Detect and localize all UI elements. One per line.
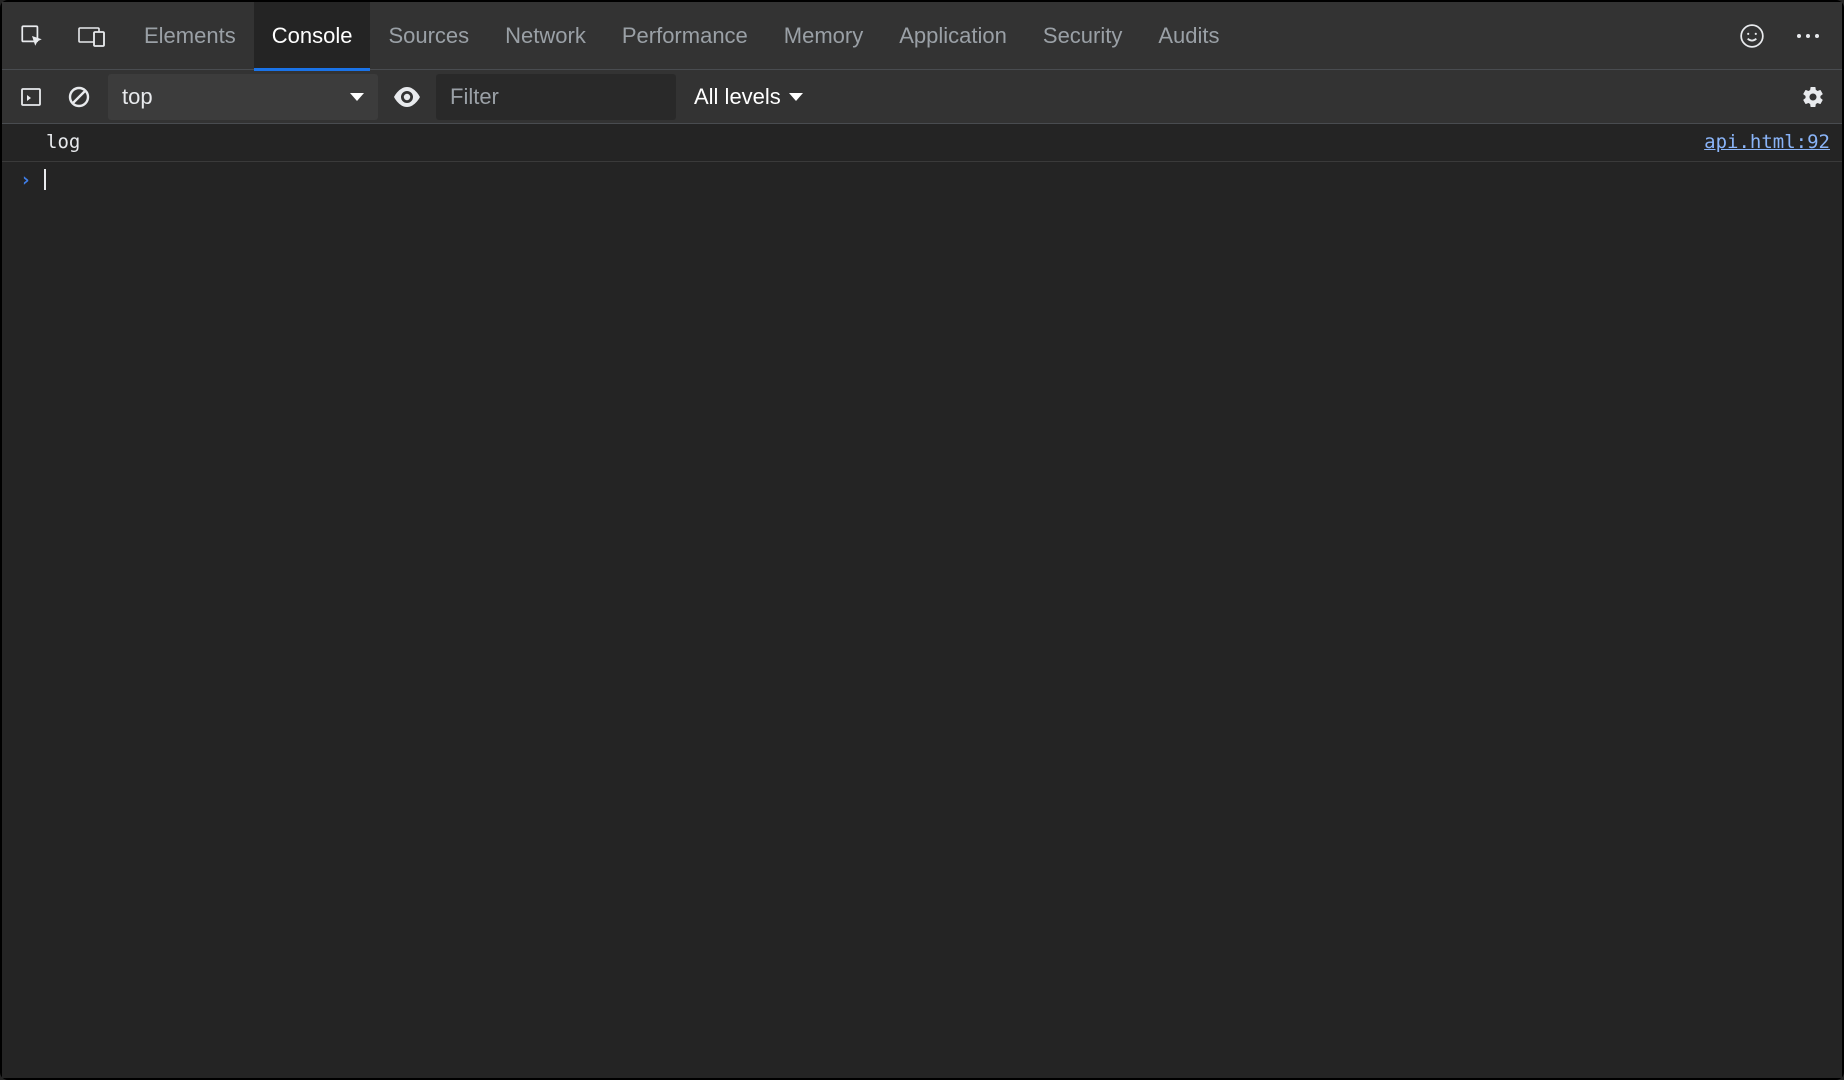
console-log-row: log api.html:92	[2, 124, 1842, 162]
more-options-icon[interactable]	[1780, 2, 1836, 70]
execution-context-value: top	[122, 84, 153, 110]
toggle-console-sidebar-icon[interactable]	[12, 78, 50, 116]
chevron-down-icon	[789, 93, 803, 101]
tabstrip-right-icons	[1724, 2, 1842, 70]
console-settings-gear-icon[interactable]	[1794, 78, 1832, 116]
clear-console-icon[interactable]	[60, 78, 98, 116]
device-toolbar-icon[interactable]	[62, 2, 122, 70]
tab-console[interactable]: Console	[254, 2, 371, 70]
live-expression-eye-icon[interactable]	[388, 78, 426, 116]
tab-network[interactable]: Network	[487, 2, 604, 70]
console-source-link[interactable]: api.html:92	[1704, 128, 1830, 157]
log-levels-select[interactable]: All levels	[686, 74, 811, 120]
console-input-cursor	[44, 169, 46, 190]
console-log-message: log	[42, 128, 1704, 157]
tab-performance[interactable]: Performance	[604, 2, 766, 70]
chevron-down-icon	[350, 93, 364, 101]
console-output[interactable]: log api.html:92 ›	[2, 124, 1842, 1078]
console-prompt[interactable]: ›	[2, 162, 1842, 199]
devtools-tabstrip: Elements Console Sources Network Perform…	[2, 2, 1842, 70]
console-filter-input[interactable]	[436, 74, 676, 120]
log-levels-label: All levels	[694, 84, 781, 110]
devtools-tabs: Elements Console Sources Network Perform…	[126, 2, 1238, 70]
console-filter-field[interactable]	[450, 84, 662, 110]
console-toolbar: top All levels	[2, 70, 1842, 124]
tab-memory[interactable]: Memory	[766, 2, 881, 70]
prompt-chevron-icon: ›	[6, 166, 42, 195]
tab-sources[interactable]: Sources	[370, 2, 487, 70]
tab-elements[interactable]: Elements	[126, 2, 254, 70]
tab-security[interactable]: Security	[1025, 2, 1140, 70]
tab-application[interactable]: Application	[881, 2, 1025, 70]
inspect-element-icon[interactable]	[2, 2, 62, 70]
tab-audits[interactable]: Audits	[1140, 2, 1237, 70]
feedback-smiley-icon[interactable]	[1724, 2, 1780, 70]
execution-context-select[interactable]: top	[108, 74, 378, 120]
